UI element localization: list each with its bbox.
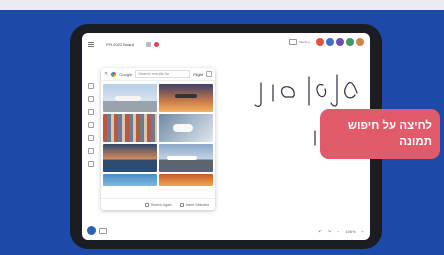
left-toolbar [86,83,96,167]
image-search-panel: ✕ Google Search results for Flight Searc… [101,68,215,210]
refresh-icon [144,202,149,207]
meeting-label[interactable]: Meeting [299,40,311,44]
zoom-controls: ↶ ↷ − 100% + [318,229,364,234]
info-icon [99,227,107,234]
zoom-level[interactable]: 100% [345,229,355,234]
search-query[interactable]: Flight [193,72,203,77]
image-results-grid [103,84,213,188]
search-icon[interactable] [206,71,212,77]
search-again-button[interactable]: Search Again [144,202,172,207]
instruction-callout: לחיצה על חיפוש תמונה [320,109,440,159]
avatar[interactable] [316,38,324,46]
zoom-out-icon[interactable]: − [337,229,339,234]
handwriting-stroke [254,82,262,107]
avatar[interactable] [356,38,364,46]
avatar[interactable] [326,38,334,46]
document-title[interactable]: P.R.2022 Board [106,42,134,47]
meeting-icon[interactable] [289,39,297,45]
shapes-icon[interactable] [88,109,94,115]
image-result[interactable] [159,144,213,172]
handwriting-stroke [280,86,295,98]
image-result[interactable] [103,174,157,186]
menu-icon[interactable] [88,41,94,47]
handwriting-stroke [316,84,327,98]
insert-selected-label: Insert Selected [185,202,209,207]
user-avatar[interactable] [87,226,96,235]
image-result[interactable] [159,84,213,112]
record-icon[interactable] [153,41,159,47]
google-icon [111,71,117,77]
callout-line-1: לחיצה על חיפוש [347,120,432,132]
search-input[interactable]: Search results for [135,70,191,78]
text-icon[interactable] [88,122,94,128]
search-footer: Search Again Insert Selected [101,198,215,210]
image-icon[interactable] [88,135,94,141]
presentation-background: P.R.2022 Board Meeting ✕ Google Search r… [0,0,444,255]
image-result[interactable] [103,114,157,142]
pen-icon[interactable] [88,96,94,102]
insert-icon [179,202,184,207]
avatar[interactable] [336,38,344,46]
image-result[interactable] [103,84,157,112]
top-bar: P.R.2022 Board Meeting [82,33,370,55]
avatar[interactable] [346,38,354,46]
search-again-label: Search Again [150,202,172,207]
callout-line-2: תמונה [399,136,432,148]
more-icon[interactable] [88,161,94,167]
search-engine-select[interactable]: Google [119,72,132,77]
pointer-icon[interactable] [88,83,94,89]
zoom-in-icon[interactable]: + [362,229,364,234]
image-result[interactable] [159,114,213,142]
handwriting-stroke [330,74,338,107]
eraser-icon[interactable] [88,148,94,154]
insert-selected-button[interactable]: Insert Selected [179,202,209,207]
handwriting-stroke [344,82,358,99]
image-result[interactable] [103,144,157,172]
search-header: ✕ Google Search results for Flight [101,68,215,81]
share-icon[interactable] [145,41,151,47]
image-result[interactable] [159,174,213,186]
user-info [87,226,107,235]
undo-icon[interactable]: ↶ [318,229,321,234]
top-strip [0,0,444,10]
close-icon[interactable]: ✕ [104,71,108,77]
redo-icon[interactable]: ↷ [328,229,331,234]
top-right-controls: Meeting [289,38,364,46]
